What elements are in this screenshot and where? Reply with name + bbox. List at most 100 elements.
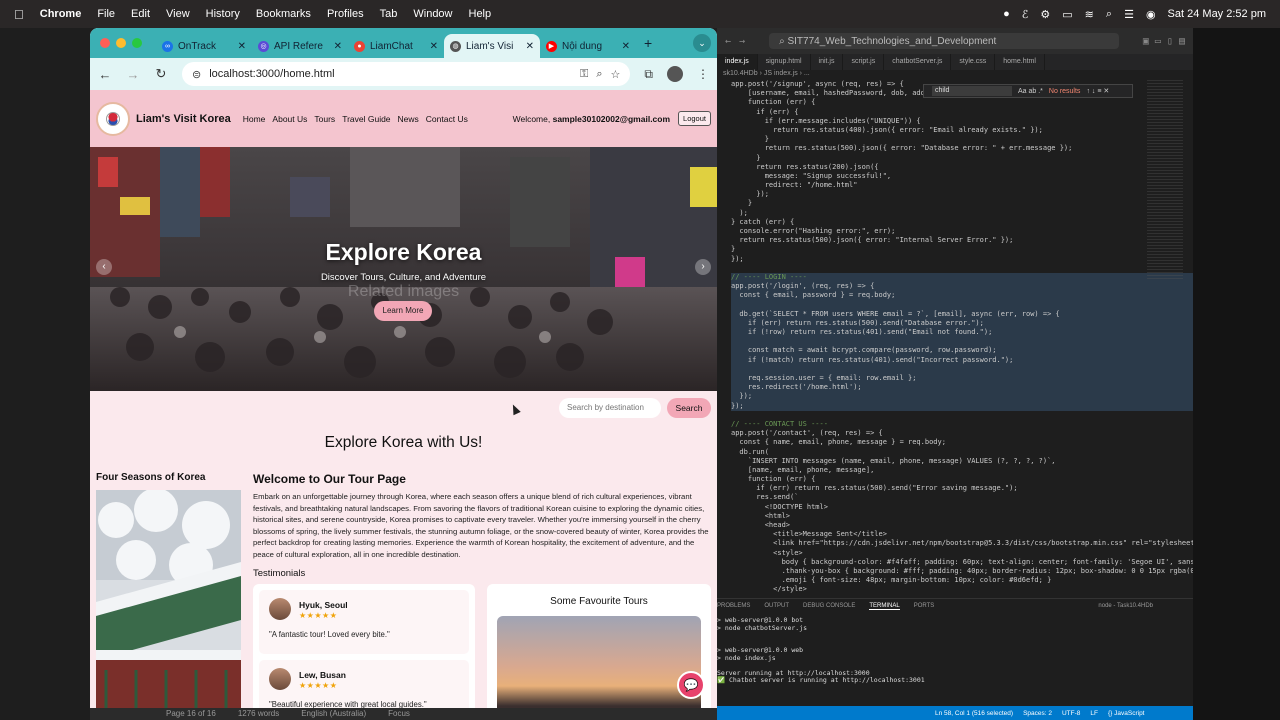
status-eol[interactable]: LF bbox=[1090, 710, 1098, 717]
siri-icon[interactable]: ◉ bbox=[1146, 8, 1156, 21]
status-cursor-position[interactable]: Ln 58, Col 1 (516 selected) bbox=[935, 710, 1013, 717]
panel-tab-terminal[interactable]: TERMINAL bbox=[869, 603, 900, 610]
code-line[interactable] bbox=[731, 411, 1193, 420]
nav-travel-guide[interactable]: Travel Guide bbox=[342, 114, 390, 124]
script-icon[interactable]: ℰ bbox=[1022, 8, 1029, 21]
code-line[interactable]: app.post('/contact', (req, res) => { bbox=[731, 429, 1193, 438]
code-line[interactable]: app.post('/login', (req, res) => { bbox=[731, 282, 1193, 292]
code-line[interactable]: return res.status(200).json({ bbox=[731, 163, 1193, 172]
code-line[interactable]: if (err) { bbox=[731, 108, 1193, 117]
forward-arrow-icon[interactable]: → bbox=[739, 36, 745, 47]
code-line[interactable]: const { name, email, phone, message } = … bbox=[731, 438, 1193, 447]
nav-contact-us[interactable]: Contact Us bbox=[426, 114, 468, 124]
browser-tab-liamchat[interactable]: ● LiamChat ✕ bbox=[348, 34, 444, 58]
code-line[interactable] bbox=[731, 264, 1193, 273]
menu-help[interactable]: Help bbox=[469, 8, 492, 20]
back-arrow-icon[interactable]: ← bbox=[725, 36, 731, 47]
zoom-window-button[interactable] bbox=[132, 38, 142, 48]
code-line[interactable] bbox=[731, 364, 1193, 374]
editor-tab-signup-html[interactable]: signup.html bbox=[758, 54, 811, 70]
tab-search-icon[interactable]: ⌄ bbox=[693, 34, 711, 52]
terminal-instance[interactable]: node - Task10.4HDb bbox=[1098, 603, 1153, 609]
chat-bubble-icon[interactable]: 💬 bbox=[677, 671, 705, 699]
menu-window[interactable]: Window bbox=[413, 8, 452, 20]
code-line[interactable]: return res.status(400).json({ error: "Em… bbox=[731, 126, 1193, 135]
gear-icon[interactable]: ⚙ bbox=[1040, 8, 1050, 21]
find-options-icon[interactable]: Aa ab .* bbox=[1018, 88, 1043, 95]
code-line[interactable]: } bbox=[731, 135, 1193, 144]
close-tab-icon[interactable]: ✕ bbox=[526, 41, 534, 52]
code-line[interactable]: console.error("Hashing error:", err); bbox=[731, 227, 1193, 236]
code-line[interactable]: const match = await bcrypt.compare(passw… bbox=[731, 346, 1193, 356]
code-line[interactable]: if (!row) return res.status(401).send("E… bbox=[731, 328, 1193, 338]
code-line[interactable] bbox=[731, 300, 1193, 310]
code-line[interactable]: <link href="https://cdn.jsdelivr.net/npm… bbox=[731, 539, 1193, 548]
layout-icon[interactable]: ▣ ▭ ▯ ▤ bbox=[1143, 36, 1185, 47]
code-line[interactable]: redirect: "/home.html" bbox=[731, 181, 1193, 190]
editor-tab-init-js[interactable]: init.js bbox=[811, 54, 844, 70]
code-line[interactable]: } bbox=[731, 154, 1193, 163]
code-line[interactable]: db.get(`SELECT * FROM users WHERE email … bbox=[731, 309, 1193, 319]
code-line[interactable]: message: "Signup successful!", bbox=[731, 172, 1193, 181]
code-line[interactable]: `INSERT INTO messages (name, email, phon… bbox=[731, 457, 1193, 466]
destination-search-input[interactable] bbox=[559, 398, 661, 418]
battery-icon[interactable]: ▭ bbox=[1062, 8, 1072, 21]
code-line[interactable]: res.send(` bbox=[731, 493, 1193, 502]
menu-clock[interactable]: Sat 24 May 2:52 pm bbox=[1168, 8, 1266, 20]
editor-tab-script-js[interactable]: script.js bbox=[843, 54, 885, 70]
nav-tours[interactable]: Tours bbox=[314, 114, 335, 124]
code-line[interactable]: function (err) { bbox=[731, 98, 1193, 107]
terminal-output[interactable]: > web-server@1.0.0 bot > node chatbotSer… bbox=[717, 613, 1193, 685]
learn-more-button[interactable]: Learn More bbox=[374, 301, 432, 321]
nav-home[interactable]: Home bbox=[243, 114, 266, 124]
editor-tab-chatbotserver-js[interactable]: chatbotServer.js bbox=[884, 54, 952, 70]
password-key-icon[interactable]: ⚿ bbox=[580, 68, 588, 81]
status-encoding[interactable]: UTF-8 bbox=[1062, 710, 1080, 717]
site-brand[interactable]: Liam's Visit Korea bbox=[136, 113, 231, 125]
editor-tab-index-js[interactable]: index.js bbox=[717, 54, 758, 70]
code-line[interactable]: ); bbox=[731, 209, 1193, 218]
carousel-next-icon[interactable]: › bbox=[695, 259, 711, 275]
find-close-icon[interactable]: ↑ ↓ ≡ ✕ bbox=[1086, 87, 1109, 95]
code-line[interactable]: }); bbox=[731, 190, 1193, 199]
browser-tab-ontrack[interactable]: ∞ OnTrack ✕ bbox=[156, 34, 252, 58]
bookmark-star-icon[interactable]: ☆ bbox=[611, 68, 621, 81]
panel-tab-output[interactable]: OUTPUT bbox=[764, 603, 789, 609]
minimize-window-button[interactable] bbox=[116, 38, 126, 48]
browser-tab-api-reference[interactable]: ◎ API Refere ✕ bbox=[252, 34, 348, 58]
menu-app-name[interactable]: Chrome bbox=[40, 8, 82, 20]
menu-file[interactable]: File bbox=[97, 8, 115, 20]
zoom-icon[interactable]: ⌕ bbox=[596, 68, 602, 81]
back-button[interactable]: ← bbox=[98, 67, 112, 82]
profile-avatar[interactable] bbox=[667, 66, 683, 82]
search-icon[interactable]: ⌕ bbox=[1106, 8, 1112, 21]
browser-tab-youtube[interactable]: ▶ Nội dung ✕ bbox=[540, 34, 636, 58]
close-tab-icon[interactable]: ✕ bbox=[622, 41, 630, 52]
code-line[interactable]: body { background-color: #f4faff; paddin… bbox=[731, 558, 1193, 567]
browser-tab-liams-visit-korea[interactable]: ◍ Liam's Visi ✕ bbox=[444, 34, 540, 58]
panel-tab-debug-console[interactable]: DEBUG CONSOLE bbox=[803, 603, 855, 609]
code-line[interactable]: } bbox=[731, 199, 1193, 208]
editor-tab-home-html[interactable]: home.html bbox=[995, 54, 1045, 70]
site-logo[interactable] bbox=[96, 101, 130, 136]
status-language[interactable]: {} JavaScript bbox=[1108, 710, 1145, 717]
vscode-breadcrumb[interactable]: sk10.4HDb › JS index.js › ... bbox=[717, 70, 1193, 80]
apple-icon[interactable]:  bbox=[14, 7, 24, 22]
code-line[interactable]: .emoji { font-size: 48px; margin-bottom:… bbox=[731, 576, 1193, 585]
code-line[interactable]: }); bbox=[731, 255, 1193, 264]
new-tab-button[interactable]: + bbox=[644, 35, 652, 51]
sunset-tour-image[interactable] bbox=[497, 616, 701, 708]
record-icon[interactable]: ● bbox=[1003, 8, 1010, 20]
code-line[interactable]: }); bbox=[731, 392, 1193, 402]
address-url[interactable]: localhost:3000/home.html bbox=[209, 68, 572, 80]
site-info-icon[interactable]: ⊜ bbox=[192, 68, 201, 81]
code-line[interactable]: return res.status(500).json({ error: "In… bbox=[731, 236, 1193, 245]
code-line[interactable]: }); bbox=[731, 401, 1193, 411]
close-tab-icon[interactable]: ✕ bbox=[334, 41, 342, 52]
code-line[interactable]: db.run( bbox=[731, 448, 1193, 457]
panel-tab-ports[interactable]: PORTS bbox=[914, 603, 935, 609]
code-line[interactable]: } catch (err) { bbox=[731, 218, 1193, 227]
code-line[interactable]: if (!match) return res.status(401).send(… bbox=[731, 355, 1193, 365]
code-line[interactable]: // ---- CONTACT US ---- bbox=[731, 420, 1193, 429]
reload-button[interactable]: ↻ bbox=[154, 66, 168, 82]
